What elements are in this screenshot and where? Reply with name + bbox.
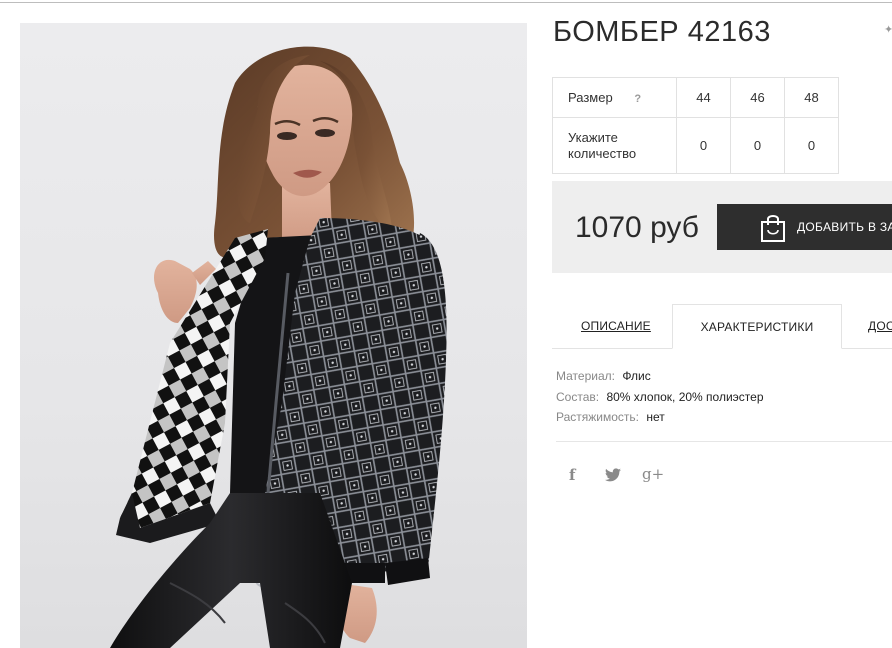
quantity-label-line1: Укажите: [568, 129, 618, 145]
spec-key: Материал:: [556, 369, 615, 383]
price: 1070 руб: [575, 211, 699, 244]
facebook-icon[interactable]: f: [569, 466, 575, 484]
product-photo-illustration: [110, 46, 447, 648]
google-plus-icon[interactable]: g+: [642, 465, 664, 483]
spec-row-stretch: Растяжимость: нет: [556, 407, 764, 428]
divider: [556, 441, 892, 442]
product-title: БОМБЕР 42163: [553, 16, 771, 48]
spec-value: 80% хлопок, 20% полиэстер: [606, 389, 764, 404]
product-tabs: ОПИСАНИЕ ХАРАКТЕРИСТИКИ ДОСТАВКА: [552, 304, 892, 350]
size-44: 44: [676, 77, 731, 118]
product-photo[interactable]: [20, 23, 527, 648]
quantity-label-cell: Укажите количество: [552, 117, 677, 174]
size-48: 48: [784, 77, 839, 118]
quantity-label-line2: количество: [568, 145, 637, 161]
quantity-row: Укажите количество 0 0 0: [552, 117, 839, 174]
wishlist-icon[interactable]: ✦: [884, 24, 892, 36]
spec-value: Флис: [622, 369, 651, 383]
spec-row-composition: Состав: 80% хлопок, 20% полиэстер: [556, 387, 764, 408]
size-label: Размер: [568, 90, 613, 105]
tab-delivery[interactable]: ДОСТАВКА: [868, 304, 892, 348]
size-table: Размер ? 44 46 48 Укажите количество 0 0…: [552, 77, 839, 174]
size-row: Размер ? 44 46 48: [552, 77, 839, 118]
price-box: 1070 руб ДОБАВИТЬ В ЗАКАЗ: [552, 181, 892, 273]
add-to-cart-label: ДОБАВИТЬ В ЗАКАЗ: [797, 220, 892, 234]
top-divider: [0, 2, 892, 3]
tab-characteristics[interactable]: ХАРАКТЕРИСТИКИ: [672, 304, 842, 349]
shopping-bag-icon: [761, 215, 785, 242]
size-help-icon[interactable]: ?: [634, 93, 641, 105]
spec-row-material: Материал: Флис: [556, 366, 764, 387]
tab-description[interactable]: ОПИСАНИЕ: [581, 304, 651, 348]
spec-key: Растяжимость:: [556, 410, 640, 424]
size-46: 46: [730, 77, 785, 118]
spec-value: нет: [646, 410, 665, 424]
twitter-icon[interactable]: [605, 468, 621, 482]
characteristics-list: Материал: Флис Состав: 80% хлопок, 20% п…: [556, 366, 764, 428]
quantity-input-46[interactable]: 0: [730, 117, 785, 174]
spec-key: Состав:: [556, 389, 600, 404]
size-label-cell: Размер ?: [552, 77, 677, 118]
add-to-cart-button[interactable]: ДОБАВИТЬ В ЗАКАЗ: [717, 204, 892, 250]
quantity-input-44[interactable]: 0: [676, 117, 731, 174]
quantity-input-48[interactable]: 0: [784, 117, 839, 174]
